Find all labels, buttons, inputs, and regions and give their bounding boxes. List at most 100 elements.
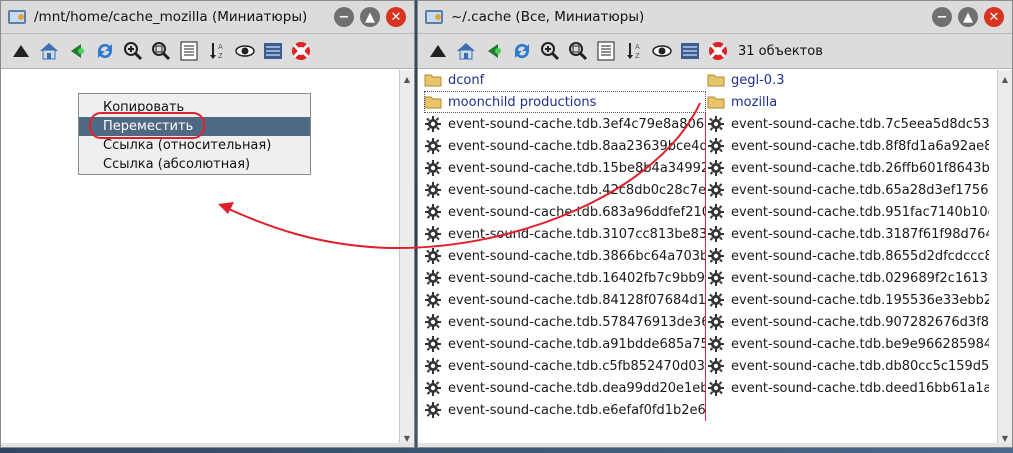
gear-icon [425,380,441,396]
item-name: event-sound-cache.tdb.3107cc813be83a [448,226,706,242]
item-name: event-sound-cache.tdb.16402fb7c9bb9a [448,270,706,286]
item-name: gegl-0.3 [731,72,785,88]
left-vertical-scrollbar[interactable]: ▲ ▼ [399,70,414,447]
item-name: moonchild productions [448,94,597,110]
maximize-button[interactable]: ▲ [958,7,978,27]
file-item[interactable]: event-sound-cache.tdb.deed16bb61a1af [707,377,989,399]
file-item[interactable]: event-sound-cache.tdb.029689f2c1613b [707,267,989,289]
scroll-up-icon[interactable]: ▲ [400,72,414,86]
zoom-in-icon[interactable] [121,39,145,63]
eye-icon[interactable] [650,39,674,63]
close-button[interactable]: ✕ [386,7,406,27]
file-column-2: gegl-0.3 mozilla event-sound-cache.tdb.7c5… [707,69,989,399]
close-button[interactable]: ✕ [984,7,1004,27]
details-view-icon[interactable] [177,39,201,63]
item-name: event-sound-cache.tdb.3866bc64a703b [448,248,706,264]
list-view-icon[interactable] [678,39,702,63]
lifebuoy-icon[interactable] [289,39,313,63]
left-titlebar[interactable]: /mnt/home/cache_mozilla (Миниатюры) − ▲ … [1,1,414,34]
menu-item-link-absolute[interactable]: Ссылка (абсолютная) [79,155,310,174]
lifebuoy-icon[interactable] [706,39,730,63]
file-item[interactable]: event-sound-cache.tdb.951fac7140b10c [707,201,989,223]
maximize-button[interactable]: ▲ [360,7,380,27]
eye-icon[interactable] [233,39,257,63]
item-name: mozilla [731,94,778,110]
item-name: event-sound-cache.tdb.029689f2c1613b [731,270,989,286]
file-item[interactable]: event-sound-cache.tdb.16402fb7c9bb9a [424,267,706,289]
file-item[interactable]: event-sound-cache.tdb.8aa23639bce4d [424,135,706,157]
up-arrow-icon[interactable] [9,39,33,63]
file-item[interactable]: event-sound-cache.tdb.3107cc813be83a [424,223,706,245]
file-item[interactable]: event-sound-cache.tdb.578476913de36 [424,311,706,333]
item-name: event-sound-cache.tdb.8655d2dfcdccc82 [731,248,989,264]
left-bottom-edge [1,443,414,447]
back-arrow-icon[interactable] [482,39,506,63]
gear-icon [425,402,441,418]
file-item[interactable]: event-sound-cache.tdb.c5fb852470d032 [424,355,706,377]
file-item[interactable]: event-sound-cache.tdb.683a96ddfef210 [424,201,706,223]
right-bottom-edge [418,443,1012,447]
item-name: event-sound-cache.tdb.7c5eea5d8dc533 [731,116,989,132]
file-item[interactable]: event-sound-cache.tdb.3ef4c79e8a8068 [424,113,706,135]
item-name: event-sound-cache.tdb.deed16bb61a1af [731,380,989,396]
gear-icon [708,248,724,264]
folder-item[interactable]: moonchild productions [424,91,706,113]
file-item[interactable]: event-sound-cache.tdb.42c8db0c28c7e2 [424,179,706,201]
file-item[interactable]: event-sound-cache.tdb.8f8fd1a6a92ae89 [707,135,989,157]
file-item[interactable]: event-sound-cache.tdb.e6efaf0fd1b2e63 [424,399,706,421]
item-name: event-sound-cache.tdb.15be8b4a34992 [448,160,706,176]
right-titlebar[interactable]: ~/.cache (Все, Миниатюры) − ▲ ✕ [418,1,1012,34]
refresh-icon[interactable] [510,39,534,63]
file-item[interactable]: event-sound-cache.tdb.dea99dd20e1eb [424,377,706,399]
home-icon[interactable] [454,39,478,63]
details-view-icon[interactable] [594,39,618,63]
gear-icon [425,248,441,264]
gear-icon [425,182,441,198]
gear-icon [708,160,724,176]
item-name: event-sound-cache.tdb.e6efaf0fd1b2e63 [448,402,706,418]
home-icon[interactable] [37,39,61,63]
sort-icon[interactable]: AZ [205,39,229,63]
gear-icon [425,204,441,220]
file-item[interactable]: event-sound-cache.tdb.26ffb601f8643bc [707,157,989,179]
refresh-icon[interactable] [93,39,117,63]
file-item[interactable]: event-sound-cache.tdb.be9e966285984b [707,333,989,355]
file-item[interactable]: event-sound-cache.tdb.84128f07684d16 [424,289,706,311]
item-name: event-sound-cache.tdb.3187f61f98d764f [731,226,989,242]
zoom-fit-icon[interactable] [149,39,173,63]
folder-item[interactable]: mozilla [707,91,989,113]
zoom-fit-icon[interactable] [566,39,590,63]
zoom-in-icon[interactable] [538,39,562,63]
left-window-title: /mnt/home/cache_mozilla (Миниатюры) [34,9,308,25]
minimize-button[interactable]: − [932,7,952,27]
file-item[interactable]: event-sound-cache.tdb.3866bc64a703b [424,245,706,267]
minimize-button[interactable]: − [334,7,354,27]
folder-icon [707,96,725,109]
right-vertical-scrollbar[interactable]: ▲ ▼ [997,70,1012,447]
back-arrow-icon[interactable] [65,39,89,63]
gear-icon [425,292,441,308]
sort-icon[interactable]: AZ [622,39,646,63]
file-item[interactable]: event-sound-cache.tdb.7c5eea5d8dc533 [707,113,989,135]
gear-icon [425,314,441,330]
file-item[interactable]: event-sound-cache.tdb.65a28d3ef17564 [707,179,989,201]
up-arrow-icon[interactable] [426,39,450,63]
item-name: dconf [448,72,485,88]
item-name: event-sound-cache.tdb.26ffb601f8643bc [731,160,989,176]
file-item[interactable]: event-sound-cache.tdb.8655d2dfcdccc82 [707,245,989,267]
file-item[interactable]: event-sound-cache.tdb.a91bdde685a75 [424,333,706,355]
list-view-icon[interactable] [261,39,285,63]
file-item[interactable]: event-sound-cache.tdb.907282676d3f87 [707,311,989,333]
file-item[interactable]: event-sound-cache.tdb.db80cc5c159d5f [707,355,989,377]
file-item[interactable]: event-sound-cache.tdb.15be8b4a34992 [424,157,706,179]
gear-icon [425,116,441,132]
scroll-up-icon[interactable]: ▲ [998,72,1012,86]
svg-text:A: A [635,43,640,51]
folder-item[interactable]: dconf [424,69,706,91]
folder-item[interactable]: gegl-0.3 [707,69,989,91]
gear-icon [708,138,724,154]
gear-icon [708,226,724,242]
file-item[interactable]: event-sound-cache.tdb.3187f61f98d764f [707,223,989,245]
file-column-1: dconf moonchild productions event-sound-ca… [424,69,706,421]
file-item[interactable]: event-sound-cache.tdb.195536e33ebb2 [707,289,989,311]
